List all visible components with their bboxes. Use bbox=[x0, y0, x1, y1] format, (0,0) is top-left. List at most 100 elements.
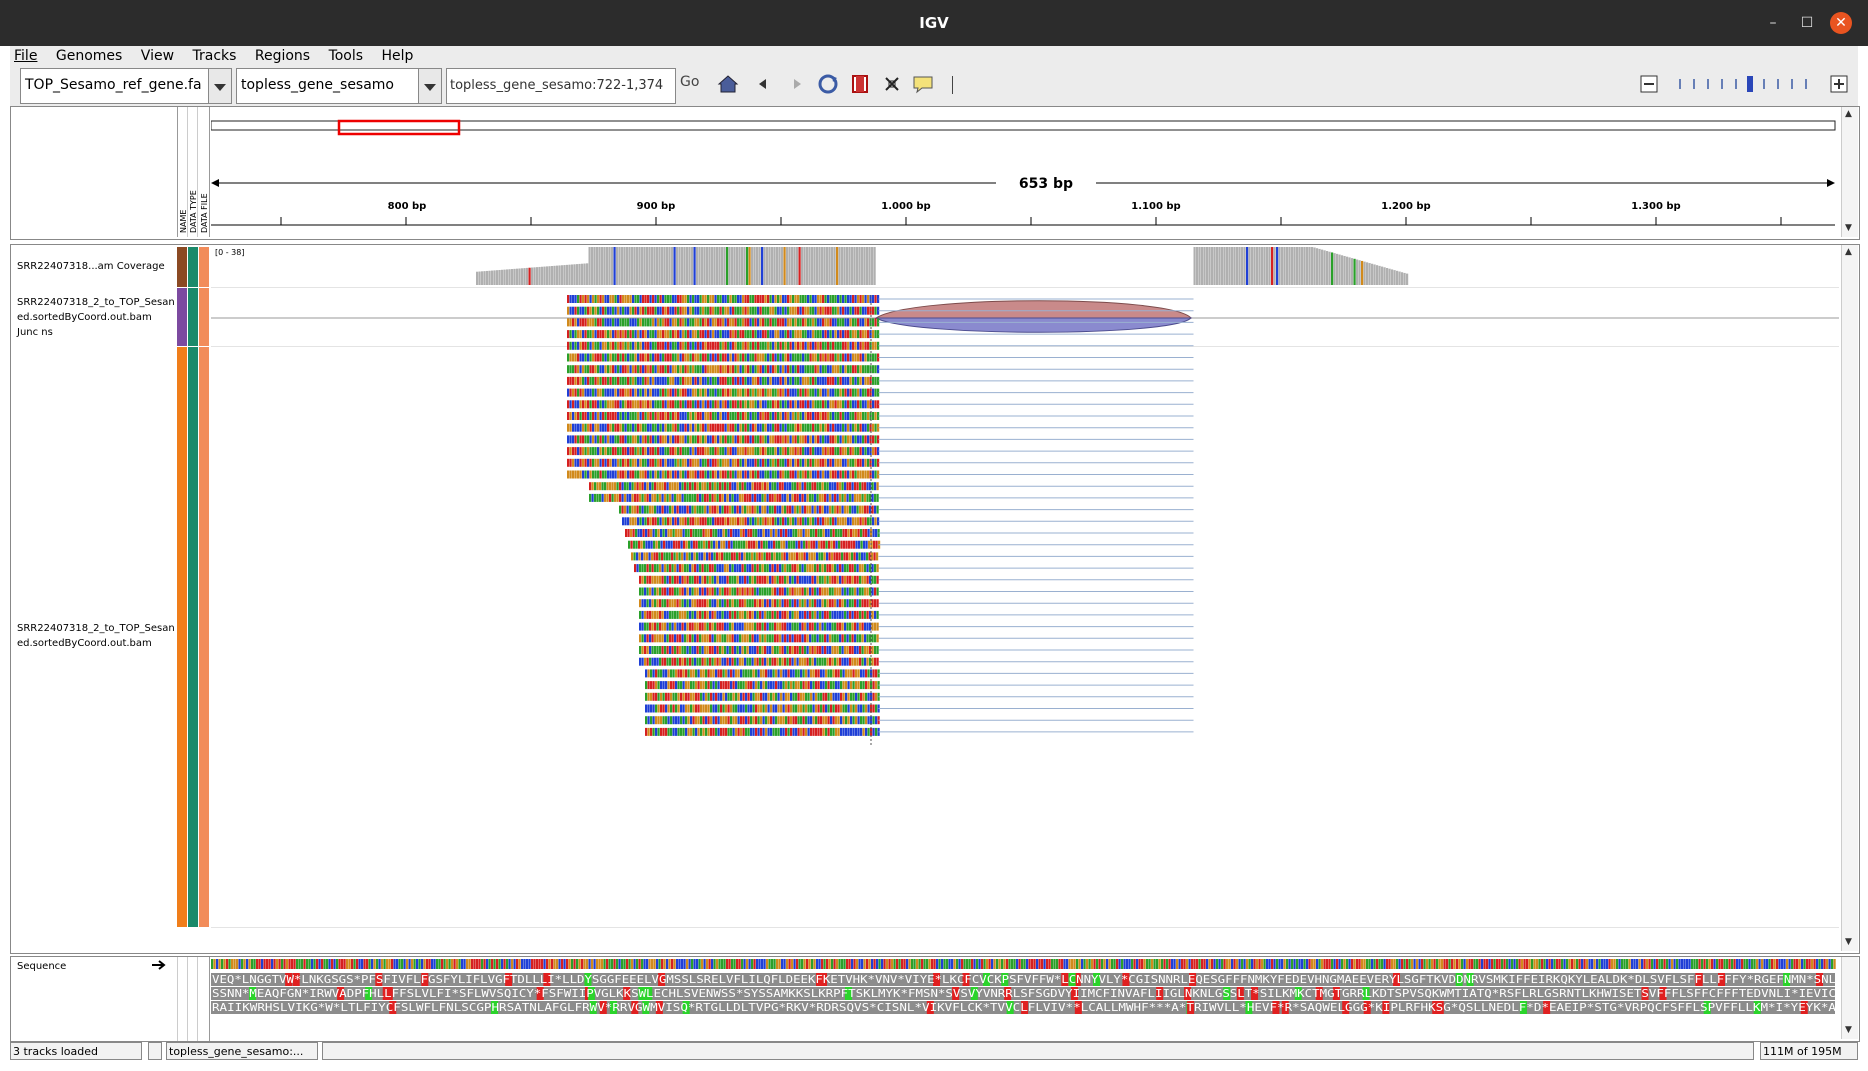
read-base bbox=[830, 529, 833, 537]
strand-arrow-icon[interactable] bbox=[151, 959, 169, 971]
data-scrollbar[interactable]: ▲ ▼ bbox=[1841, 245, 1858, 951]
read-base bbox=[631, 552, 634, 561]
read-base bbox=[829, 505, 832, 514]
chromosome-select[interactable]: topless_gene_sesamo bbox=[236, 68, 442, 104]
read-base bbox=[766, 493, 769, 502]
read-base bbox=[819, 295, 822, 303]
read-base bbox=[859, 353, 862, 362]
sequence-base bbox=[863, 959, 866, 969]
ruler[interactable]: 653 bp 800 bp 900 bp 1.000 bp 1.100 bp 1… bbox=[211, 107, 1851, 237]
chevron-down-icon[interactable] bbox=[418, 69, 441, 103]
read-base bbox=[754, 646, 757, 654]
coverage-bar bbox=[1213, 247, 1216, 285]
read-base bbox=[632, 306, 635, 315]
close-button[interactable]: ✕ bbox=[1830, 12, 1852, 34]
zoom-slider[interactable] bbox=[1670, 74, 1822, 94]
read-base bbox=[834, 564, 837, 573]
read-base bbox=[784, 646, 787, 654]
read-base bbox=[719, 599, 722, 608]
read-base bbox=[872, 716, 875, 725]
alignment-view[interactable]: [0 - 38] bbox=[211, 245, 1839, 935]
locus-input[interactable]: topless_gene_sesamo:722-1,374 bbox=[446, 68, 676, 104]
menu-file[interactable]: File bbox=[10, 46, 37, 64]
zoom-in-icon[interactable] bbox=[1830, 75, 1848, 93]
home-icon[interactable] bbox=[716, 72, 740, 96]
zoom-out-icon[interactable] bbox=[1640, 75, 1658, 93]
read-base bbox=[784, 470, 787, 479]
read-base bbox=[724, 575, 727, 584]
read-base bbox=[801, 657, 804, 666]
sequence-base bbox=[476, 959, 479, 969]
sequence-base bbox=[1223, 959, 1226, 969]
sequence-base bbox=[491, 959, 494, 969]
read-base bbox=[722, 330, 725, 339]
ruler-scrollbar[interactable]: ▲ ▼ bbox=[1841, 107, 1858, 237]
read-base bbox=[625, 529, 628, 537]
menu-regions[interactable]: Regions bbox=[251, 46, 310, 64]
sequence-base bbox=[1231, 959, 1234, 969]
read-base bbox=[737, 727, 740, 736]
region-navigator-icon[interactable] bbox=[850, 73, 870, 95]
read-base bbox=[602, 353, 605, 362]
read-base bbox=[774, 365, 777, 374]
read-base bbox=[619, 412, 622, 420]
minimize-button[interactable]: – bbox=[1762, 12, 1784, 34]
read-base bbox=[866, 493, 869, 502]
refresh-icon[interactable] bbox=[816, 72, 840, 96]
read-base bbox=[609, 330, 612, 339]
coverage-bar bbox=[1251, 247, 1254, 285]
menu-tracks[interactable]: Tracks bbox=[188, 46, 236, 64]
read-base bbox=[789, 388, 792, 397]
go-button[interactable]: Go bbox=[680, 74, 699, 90]
menu-view[interactable]: View bbox=[137, 46, 174, 64]
read-base bbox=[602, 388, 605, 397]
read-base bbox=[856, 634, 859, 643]
coverage-bar bbox=[858, 247, 861, 285]
read-base bbox=[639, 353, 642, 362]
maximize-button[interactable]: ☐ bbox=[1796, 12, 1818, 34]
read-base bbox=[744, 517, 747, 526]
sequence-base bbox=[1348, 959, 1351, 969]
resize-to-window-icon[interactable] bbox=[882, 74, 902, 94]
read-base bbox=[804, 330, 807, 339]
read-base bbox=[872, 517, 875, 526]
read-base bbox=[804, 634, 807, 643]
read-base bbox=[772, 681, 775, 690]
read-base bbox=[579, 376, 582, 385]
sequence-track[interactable]: VEQ*LNGGTVW*LNKGSGS*PFSFIVFLFGSFYLIFLVGF… bbox=[211, 959, 1839, 1039]
sequence-base bbox=[1391, 959, 1394, 969]
alignment-track-name[interactable]: SRR22407318_2_to_TOP_Sesan ed.sortedByCo… bbox=[17, 621, 175, 651]
menu-tools[interactable]: Tools bbox=[325, 46, 364, 64]
read-base bbox=[579, 295, 582, 303]
read-base bbox=[582, 423, 585, 432]
popup-text-icon[interactable] bbox=[912, 74, 934, 94]
read-base bbox=[609, 388, 612, 397]
sequence-track-name[interactable]: Sequence bbox=[17, 961, 66, 972]
read-base bbox=[680, 727, 683, 736]
read-base bbox=[802, 727, 805, 736]
sequence-base bbox=[618, 959, 621, 969]
forward-arrow-icon[interactable] bbox=[790, 76, 804, 92]
read-base bbox=[679, 423, 682, 432]
read-base bbox=[716, 599, 719, 608]
junctions-track-name[interactable]: SRR22407318_2_to_TOP_Sesan ed.sortedByCo… bbox=[17, 295, 175, 340]
genome-select[interactable]: TOP_Sesamo_ref_gene.fa bbox=[20, 68, 232, 104]
coverage-track-name[interactable]: SRR22407318...am Coverage bbox=[17, 261, 173, 272]
read-base bbox=[767, 447, 770, 456]
read-base bbox=[705, 529, 708, 537]
read-base bbox=[804, 341, 807, 350]
read-base bbox=[601, 482, 604, 491]
read-base bbox=[751, 646, 754, 654]
sequence-base bbox=[1353, 959, 1356, 969]
menu-genomes[interactable]: Genomes bbox=[52, 46, 122, 64]
sequence-base bbox=[1163, 959, 1166, 969]
back-arrow-icon[interactable] bbox=[756, 76, 770, 92]
read-base bbox=[661, 552, 664, 561]
chevron-down-icon[interactable] bbox=[208, 69, 231, 103]
coverage-bar bbox=[683, 247, 686, 285]
read-base bbox=[699, 493, 702, 502]
menu-help[interactable]: Help bbox=[378, 46, 414, 64]
read-base bbox=[825, 716, 828, 725]
read-base bbox=[704, 470, 707, 479]
read-base bbox=[742, 517, 745, 526]
